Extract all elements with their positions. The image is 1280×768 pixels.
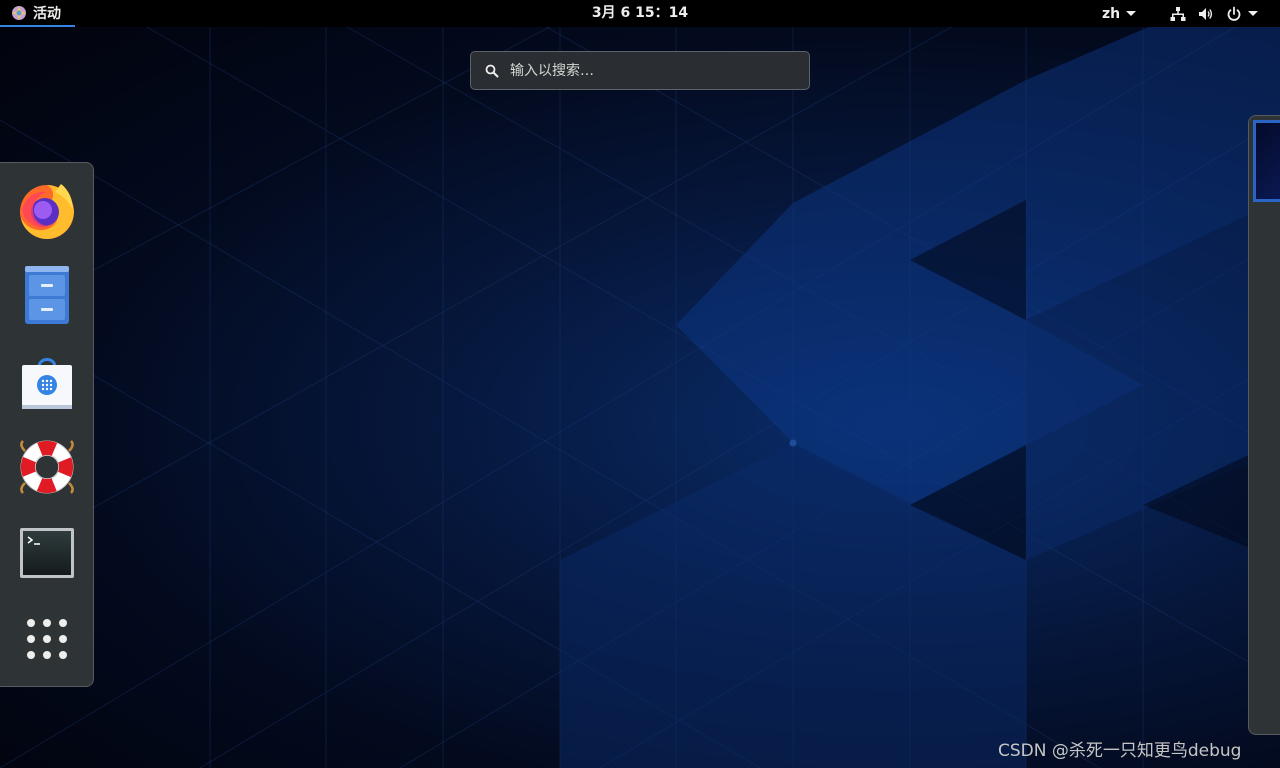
workspace-switcher <box>1248 115 1280 735</box>
search-input[interactable] <box>508 61 792 80</box>
desktop: 活动 3月 6 15：14 zh 输入以搜索… CSDN @杀死一只知更鸟deb… <box>0 0 1280 768</box>
input-language-menu[interactable]: zh <box>1102 0 1137 27</box>
language-label: zh <box>1102 5 1121 22</box>
dash-item-software[interactable] <box>15 349 79 413</box>
activities-label: 活动 <box>33 5 61 22</box>
clock-area: 3月 6 15：14 <box>0 0 1280 27</box>
dash-item-help[interactable] <box>15 435 79 499</box>
system-menu[interactable] <box>1170 0 1258 27</box>
files-cabinet-icon <box>25 266 69 324</box>
power-icon <box>1226 6 1242 22</box>
dash-item-terminal[interactable] <box>15 521 79 585</box>
dash <box>0 162 94 687</box>
activities-button[interactable]: 活动 <box>0 0 75 27</box>
dash-item-firefox[interactable] <box>15 178 79 242</box>
workspace-thumbnail[interactable] <box>1253 120 1280 202</box>
distro-logo-icon <box>12 5 26 20</box>
watermark-text: CSDN @杀死一只知更鸟debug <box>998 741 1242 761</box>
search-entry[interactable] <box>470 51 810 90</box>
top-bar: 活动 3月 6 15：14 zh <box>0 0 1280 27</box>
show-applications-button[interactable] <box>15 607 79 671</box>
firefox-icon <box>20 184 74 239</box>
software-bag-icon <box>22 358 72 409</box>
lifebuoy-icon <box>20 440 74 494</box>
wallpaper <box>0 0 1280 768</box>
network-wired-icon <box>1170 6 1186 22</box>
dash-item-files[interactable] <box>15 263 79 327</box>
clock-button[interactable]: 3月 6 15：14 <box>592 5 688 21</box>
volume-icon <box>1198 6 1214 22</box>
terminal-icon <box>20 528 74 578</box>
chevron-down-icon <box>1248 11 1258 16</box>
chevron-down-icon <box>1126 11 1137 16</box>
search-icon <box>485 64 499 77</box>
app-grid-icon <box>27 619 67 659</box>
